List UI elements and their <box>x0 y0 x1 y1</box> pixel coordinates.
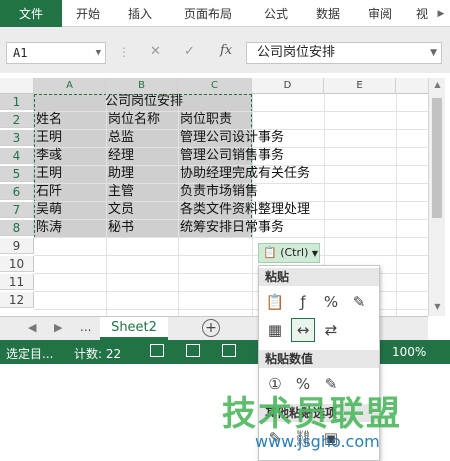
status-bar: 选定目... 计数: 22 100% <box>0 340 450 364</box>
gridline <box>34 255 428 256</box>
ribbon-scroll-right-icon[interactable]: ▶ <box>434 0 448 27</box>
excel-window: 文件 开始 插入 页面布局 公式 数据 审阅 视 ▶ A1 ▼ ⋮ ✕ ✓ fx… <box>0 0 450 461</box>
cell-b6[interactable]: 主管 <box>106 184 134 200</box>
row-header-2[interactable]: 2 <box>0 112 34 128</box>
clipboard-icon: 📋 <box>263 246 277 259</box>
insert-function-button[interactable]: fx <box>220 43 232 58</box>
page-layout-view-icon[interactable] <box>186 344 200 357</box>
tab-home[interactable]: 开始 <box>64 0 112 27</box>
cell-c8[interactable]: 统筹安排日常事务 <box>178 220 284 236</box>
watermark-text: 技术员联盟 <box>222 394 402 434</box>
cell-c7[interactable]: 各类文件资料整理处理 <box>178 202 310 218</box>
normal-view-icon[interactable] <box>150 344 164 357</box>
scrollbar-thumb[interactable] <box>432 98 442 218</box>
formula-value: 公司岗位安排 <box>257 45 336 60</box>
formula-input[interactable]: 公司岗位安排 ▼ <box>246 42 442 64</box>
file-tab[interactable]: 文件 <box>0 0 62 27</box>
gridline <box>396 94 397 316</box>
watermark-url: www.jsgho.com <box>255 432 380 451</box>
status-count: 计数: 22 <box>74 347 122 361</box>
scroll-down-icon[interactable]: ▼ <box>429 302 446 311</box>
row-header-12[interactable]: 12 <box>0 292 34 308</box>
zoom-level[interactable]: 100% <box>392 345 426 359</box>
cell-a2[interactable]: 姓名 <box>34 112 62 128</box>
gridline <box>34 237 428 238</box>
prev-sheet-icon[interactable]: ◀ <box>28 321 36 334</box>
cell-b3[interactable]: 总监 <box>106 130 134 146</box>
cell-a6[interactable]: 石阡 <box>34 184 62 200</box>
cell-a5[interactable]: 王明 <box>34 166 62 182</box>
add-sheet-button[interactable]: + <box>202 319 220 337</box>
tab-formulas[interactable]: 公式 <box>252 0 300 27</box>
tab-data[interactable]: 数据 <box>304 0 352 27</box>
paste-formulas-number-format-icon[interactable]: % <box>319 290 343 314</box>
row-header-7[interactable]: 7 <box>0 202 34 218</box>
paste-values-section-header: 粘贴数值 <box>259 350 379 368</box>
check-icon[interactable]: ✓ <box>184 44 195 59</box>
column-header-b[interactable]: B <box>106 78 178 94</box>
paste-options-button[interactable]: 📋 (Ctrl) ▼ <box>258 243 320 263</box>
chevron-down-icon[interactable]: ▼ <box>96 43 101 63</box>
cell-b8[interactable]: 秘书 <box>106 220 134 236</box>
row-header-3[interactable]: 3 <box>0 130 34 146</box>
ribbon-tabs: 文件 开始 插入 页面布局 公式 数据 审阅 视 ▶ <box>0 0 450 27</box>
page-break-view-icon[interactable] <box>222 344 236 357</box>
cell-c2[interactable]: 岗位职责 <box>178 112 232 128</box>
row-header-11[interactable]: 11 <box>0 274 34 290</box>
paste-section-header: 粘贴 <box>259 268 379 286</box>
vertical-scrollbar[interactable]: ▲ ▼ <box>428 78 445 316</box>
paste-no-borders-icon[interactable]: ▦ <box>263 318 287 342</box>
paste-keep-source-format-icon[interactable]: ✎ <box>347 290 371 314</box>
more-sheets-button[interactable]: ... <box>80 320 91 334</box>
cell-a7[interactable]: 吴萌 <box>34 202 62 218</box>
name-box[interactable]: A1 ▼ <box>6 42 106 64</box>
row-header-5[interactable]: 5 <box>0 166 34 182</box>
scroll-up-icon[interactable]: ▲ <box>429 80 446 89</box>
column-header-a[interactable]: A <box>34 78 106 94</box>
name-box-value: A1 <box>13 46 28 60</box>
row-header-8[interactable]: 8 <box>0 220 34 236</box>
tab-page-layout[interactable]: 页面布局 <box>168 0 248 27</box>
column-headers: A B C D E <box>0 78 428 94</box>
row-header-1[interactable]: 1 <box>0 94 34 110</box>
tab-review[interactable]: 审阅 <box>356 0 404 27</box>
sheet-tab-sheet2[interactable]: Sheet2 <box>100 317 168 340</box>
cell-c4[interactable]: 管理公司销售事务 <box>178 148 284 164</box>
close-icon[interactable]: ✕ <box>150 44 161 59</box>
formula-bar: A1 ▼ ⋮ ✕ ✓ fx 公司岗位安排 ▼ <box>0 27 450 73</box>
cell-a4[interactable]: 李彧 <box>34 148 62 164</box>
row-header-9[interactable]: 9 <box>0 238 34 254</box>
tab-view[interactable]: 视 <box>410 0 434 27</box>
cell-b4[interactable]: 经理 <box>106 148 134 164</box>
row-header-10[interactable]: 10 <box>0 256 34 272</box>
paste-transpose-icon[interactable]: ⇄ <box>319 318 343 342</box>
row-header-6[interactable]: 6 <box>0 184 34 200</box>
cell-a8[interactable]: 陈涛 <box>34 220 62 236</box>
cell-c6[interactable]: 负责市场销售 <box>178 184 258 200</box>
cell-b2[interactable]: 岗位名称 <box>106 112 160 128</box>
paste-icon[interactable]: 📋 <box>263 290 287 314</box>
tab-insert[interactable]: 插入 <box>116 0 164 27</box>
cell-c3[interactable]: 管理公司设计事务 <box>178 130 284 146</box>
paste-options-label: (Ctrl) <box>280 246 309 259</box>
cell-c5[interactable]: 协助经理完成有关任务 <box>178 166 310 182</box>
select-all-corner[interactable] <box>0 78 34 94</box>
column-header-c[interactable]: C <box>178 78 252 94</box>
cell-b5[interactable]: 助理 <box>106 166 134 182</box>
chevron-down-icon: ▼ <box>311 249 319 258</box>
paste-keep-column-widths-icon[interactable]: ↔ <box>291 318 315 342</box>
paste-formulas-icon[interactable]: ƒ <box>291 290 315 314</box>
next-sheet-icon[interactable]: ▶ <box>54 321 62 334</box>
column-header-d[interactable]: D <box>252 78 324 94</box>
expand-formula-icon[interactable]: ▼ <box>430 43 437 63</box>
cell-b7[interactable]: 文员 <box>106 202 134 218</box>
cell-a1-title[interactable]: 公司岗位安排 <box>34 94 252 110</box>
row-header-4[interactable]: 4 <box>0 148 34 164</box>
drag-handle-icon[interactable]: ⋮ <box>118 45 130 59</box>
column-header-e[interactable]: E <box>324 78 396 94</box>
status-mode: 选定目... <box>6 347 54 361</box>
cell-a3[interactable]: 王明 <box>34 130 62 146</box>
